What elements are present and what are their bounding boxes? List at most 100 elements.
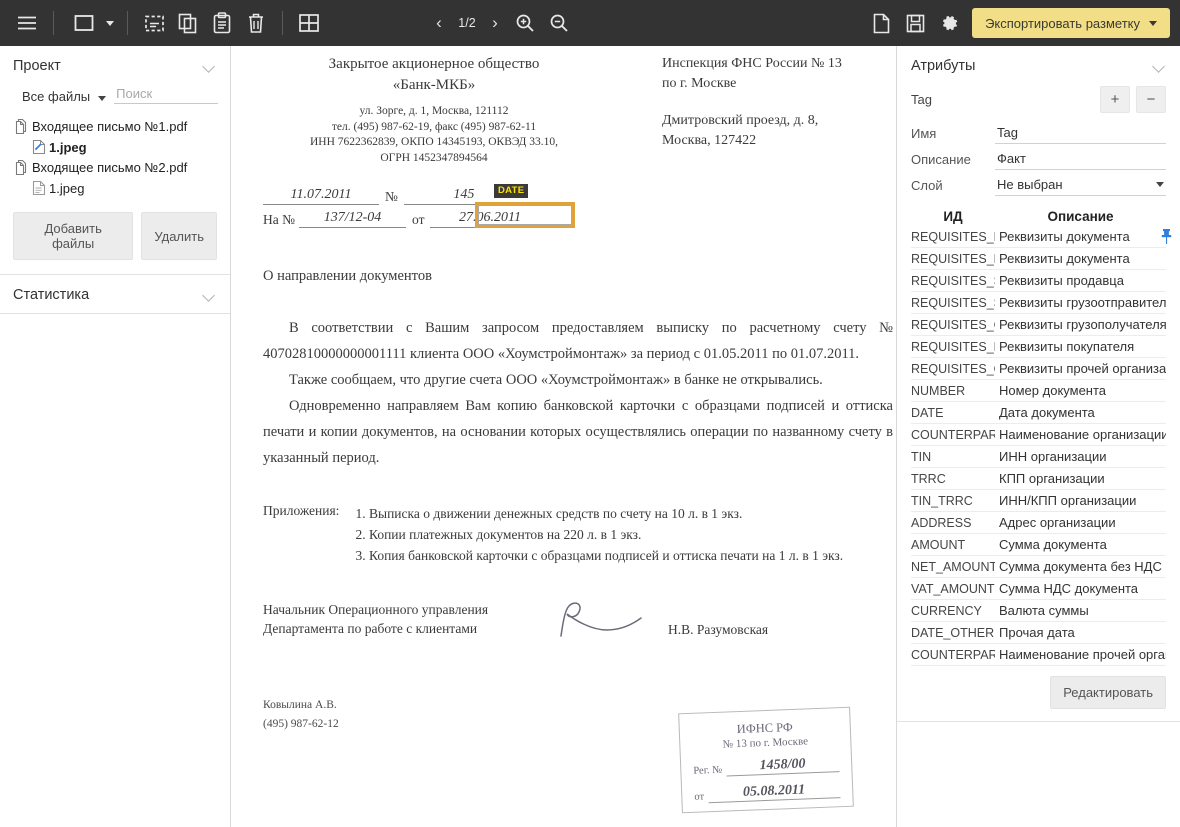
add-tag-button[interactable]: + (1100, 86, 1130, 113)
tree-item-pdf-1[interactable]: Входящее письмо №1.pdf (0, 116, 230, 137)
file-actions: Добавить файлы Удалить (0, 204, 230, 274)
sender-ogrn: ОГРН 1452347894564 (249, 151, 619, 167)
on-number-label: На № (263, 212, 299, 228)
incoming-number-value[interactable]: 137/12-04 (299, 210, 406, 228)
table-row[interactable]: CURRENCY Валюта суммы (911, 600, 1166, 622)
document-page[interactable]: Закрытое акционерное общество «Банк-МКБ»… (231, 46, 896, 827)
row-id: NUMBER (911, 380, 995, 402)
tree-item-jpeg-2[interactable]: 1.jpeg (0, 178, 230, 198)
chevron-down-icon[interactable] (98, 96, 106, 101)
chevron-down-icon[interactable] (106, 21, 114, 26)
all-files-filter-label[interactable]: Все файлы (22, 89, 90, 104)
remove-tag-button[interactable]: − (1136, 86, 1166, 113)
sender-codes: ИНН 7622362839, ОКПО 14345193, ОКВЭД 33.… (249, 135, 619, 151)
table-row[interactable]: TIN_TRRC ИНН/КПП организации (911, 490, 1166, 512)
zoom-out-icon[interactable] (542, 6, 576, 40)
annotation-selection-box[interactable] (475, 202, 575, 228)
table-row[interactable]: DATE_OTHER Прочая дата (911, 622, 1166, 644)
field-layer-value: Не выбран (997, 177, 1063, 192)
table-row[interactable]: REQUISITES_CONSIGNEE Реквизиты грузополу… (911, 314, 1166, 336)
receiver-line-2: по г. Москве (662, 74, 893, 94)
signature-block: Начальник Операционного управления Депар… (263, 600, 893, 644)
statistics-panel-header[interactable]: Статистика (0, 275, 230, 313)
table-row[interactable]: AMOUNT Сумма документа (911, 534, 1166, 556)
row-id: DATE_OTHER (911, 622, 995, 644)
table-row[interactable]: TRRC КПП организации (911, 468, 1166, 490)
date-annotation-tag[interactable]: DATE (494, 184, 528, 198)
table-row[interactable]: NUMBER Номер документа (911, 380, 1166, 402)
chevron-left-icon[interactable]: ‹ (426, 8, 452, 38)
pushpin-icon[interactable] (1160, 228, 1173, 248)
field-name-input[interactable]: Tag (995, 125, 1166, 144)
tree-item-jpeg-1-active[interactable]: 1.jpeg (0, 137, 230, 157)
receiver-block: Инспекция ФНС России № 13 по г. Москве Д… (658, 54, 893, 166)
chevron-down-icon[interactable] (1153, 60, 1166, 73)
tag-label: Tag (911, 92, 932, 107)
attachments-label: Приложения: (263, 503, 351, 566)
row-description: Номер документа (995, 380, 1166, 402)
field-description-input[interactable]: Факт (995, 151, 1166, 170)
zoom-in-icon[interactable] (508, 6, 542, 40)
table-row[interactable]: NET_AMOUNT Сумма документа без НДС (911, 556, 1166, 578)
attributes-panel-header[interactable]: Атрибуты (897, 46, 1180, 84)
table-row[interactable]: REQUISITES_OTHER Реквизиты прочей органи… (911, 358, 1166, 380)
gear-settings-icon[interactable] (932, 6, 966, 40)
export-markup-button[interactable]: Экспортировать разметку (972, 8, 1170, 38)
image-file-icon (32, 180, 46, 196)
table-row[interactable]: REQUISITES_SELLER Реквизиты продавца (911, 270, 1166, 292)
outgoing-date-value[interactable]: 11.07.2011 (263, 187, 379, 205)
row-id: TIN (911, 446, 995, 468)
table-row[interactable]: REQUISITES_DOC2 Реквизиты документа (911, 248, 1166, 270)
paste-clipboard-icon[interactable] (205, 6, 239, 40)
table-row[interactable]: ADDRESS Адрес организации (911, 512, 1166, 534)
row-id: TRRC (911, 468, 995, 490)
table-row[interactable]: COUNTERPARTY_OTHER Наименование прочей о… (911, 644, 1166, 666)
stamp-reg-label: Рег. № (693, 765, 726, 778)
attributes-panel-title: Атрибуты (911, 58, 975, 74)
chevron-down-icon[interactable] (203, 60, 216, 73)
row-description: Реквизиты грузоотправителя (995, 292, 1166, 314)
row-id: REQUISITES_BUYER (911, 336, 995, 358)
document-viewer[interactable]: Закрытое акционерное общество «Банк-МКБ»… (231, 46, 896, 827)
row-description: Реквизиты прочей организации (995, 358, 1166, 380)
table-row[interactable]: VAT_AMOUNT Сумма НДС документа (911, 578, 1166, 600)
edit-button[interactable]: Редактировать (1050, 676, 1166, 709)
hamburger-menu-icon[interactable] (10, 6, 44, 40)
row-description: ИНН организации (995, 446, 1166, 468)
stamp-date-value: 05.08.2011 (708, 781, 841, 803)
chevron-down-icon[interactable] (1149, 21, 1157, 26)
table-row[interactable]: REQUISITES_SHIPPER Реквизиты грузоотправ… (911, 292, 1166, 314)
copy-icon[interactable] (171, 6, 205, 40)
new-document-icon[interactable] (864, 6, 898, 40)
rectangle-shape-icon[interactable] (67, 6, 101, 40)
chevron-down-icon[interactable] (203, 289, 216, 302)
sender-address: ул. Зорге, д. 1, Москва, 121112 (249, 104, 619, 120)
tree-item-pdf-2[interactable]: Входящее письмо №2.pdf (0, 157, 230, 178)
receiver-line-4: Москва, 127422 (662, 131, 893, 151)
project-panel-header[interactable]: Проект (0, 46, 230, 84)
search-field-wrapper (114, 86, 218, 104)
field-layer-select[interactable]: Не выбран (995, 177, 1166, 196)
add-files-button[interactable]: Добавить файлы (13, 212, 133, 260)
table-row[interactable]: COUNTERPARTY Наименование организации (911, 424, 1166, 446)
save-floppy-icon[interactable] (898, 6, 932, 40)
table-grid-icon[interactable] (292, 6, 326, 40)
chevron-right-icon[interactable]: › (482, 8, 508, 38)
row-description: Реквизиты продавца (995, 270, 1166, 292)
table-row[interactable]: TIN ИНН организации (911, 446, 1166, 468)
search-input[interactable] (114, 86, 218, 103)
toolbar-divider-1 (53, 11, 54, 35)
export-markup-label: Экспортировать разметку (985, 16, 1140, 31)
select-region-icon[interactable] (137, 6, 171, 40)
trash-delete-icon[interactable] (239, 6, 273, 40)
table-row[interactable]: REQUISITES_BUYER Реквизиты покупателя (911, 336, 1166, 358)
table-row[interactable]: REQUISITES_DOC Реквизиты документа (911, 226, 1166, 248)
row-description: Сумма документа без НДС (995, 556, 1166, 578)
chevron-down-icon[interactable] (1156, 182, 1164, 187)
row-id: ADDRESS (911, 512, 995, 534)
table-row[interactable]: DATE Дата документа (911, 402, 1166, 424)
sender-phone: тел. (495) 987-62-19, факс (495) 987-62-… (249, 120, 619, 136)
shape-tool-group[interactable] (63, 6, 118, 40)
app-window: ‹ 1/2 › Экспортировать разметку (0, 0, 1180, 827)
delete-files-button[interactable]: Удалить (141, 212, 217, 260)
